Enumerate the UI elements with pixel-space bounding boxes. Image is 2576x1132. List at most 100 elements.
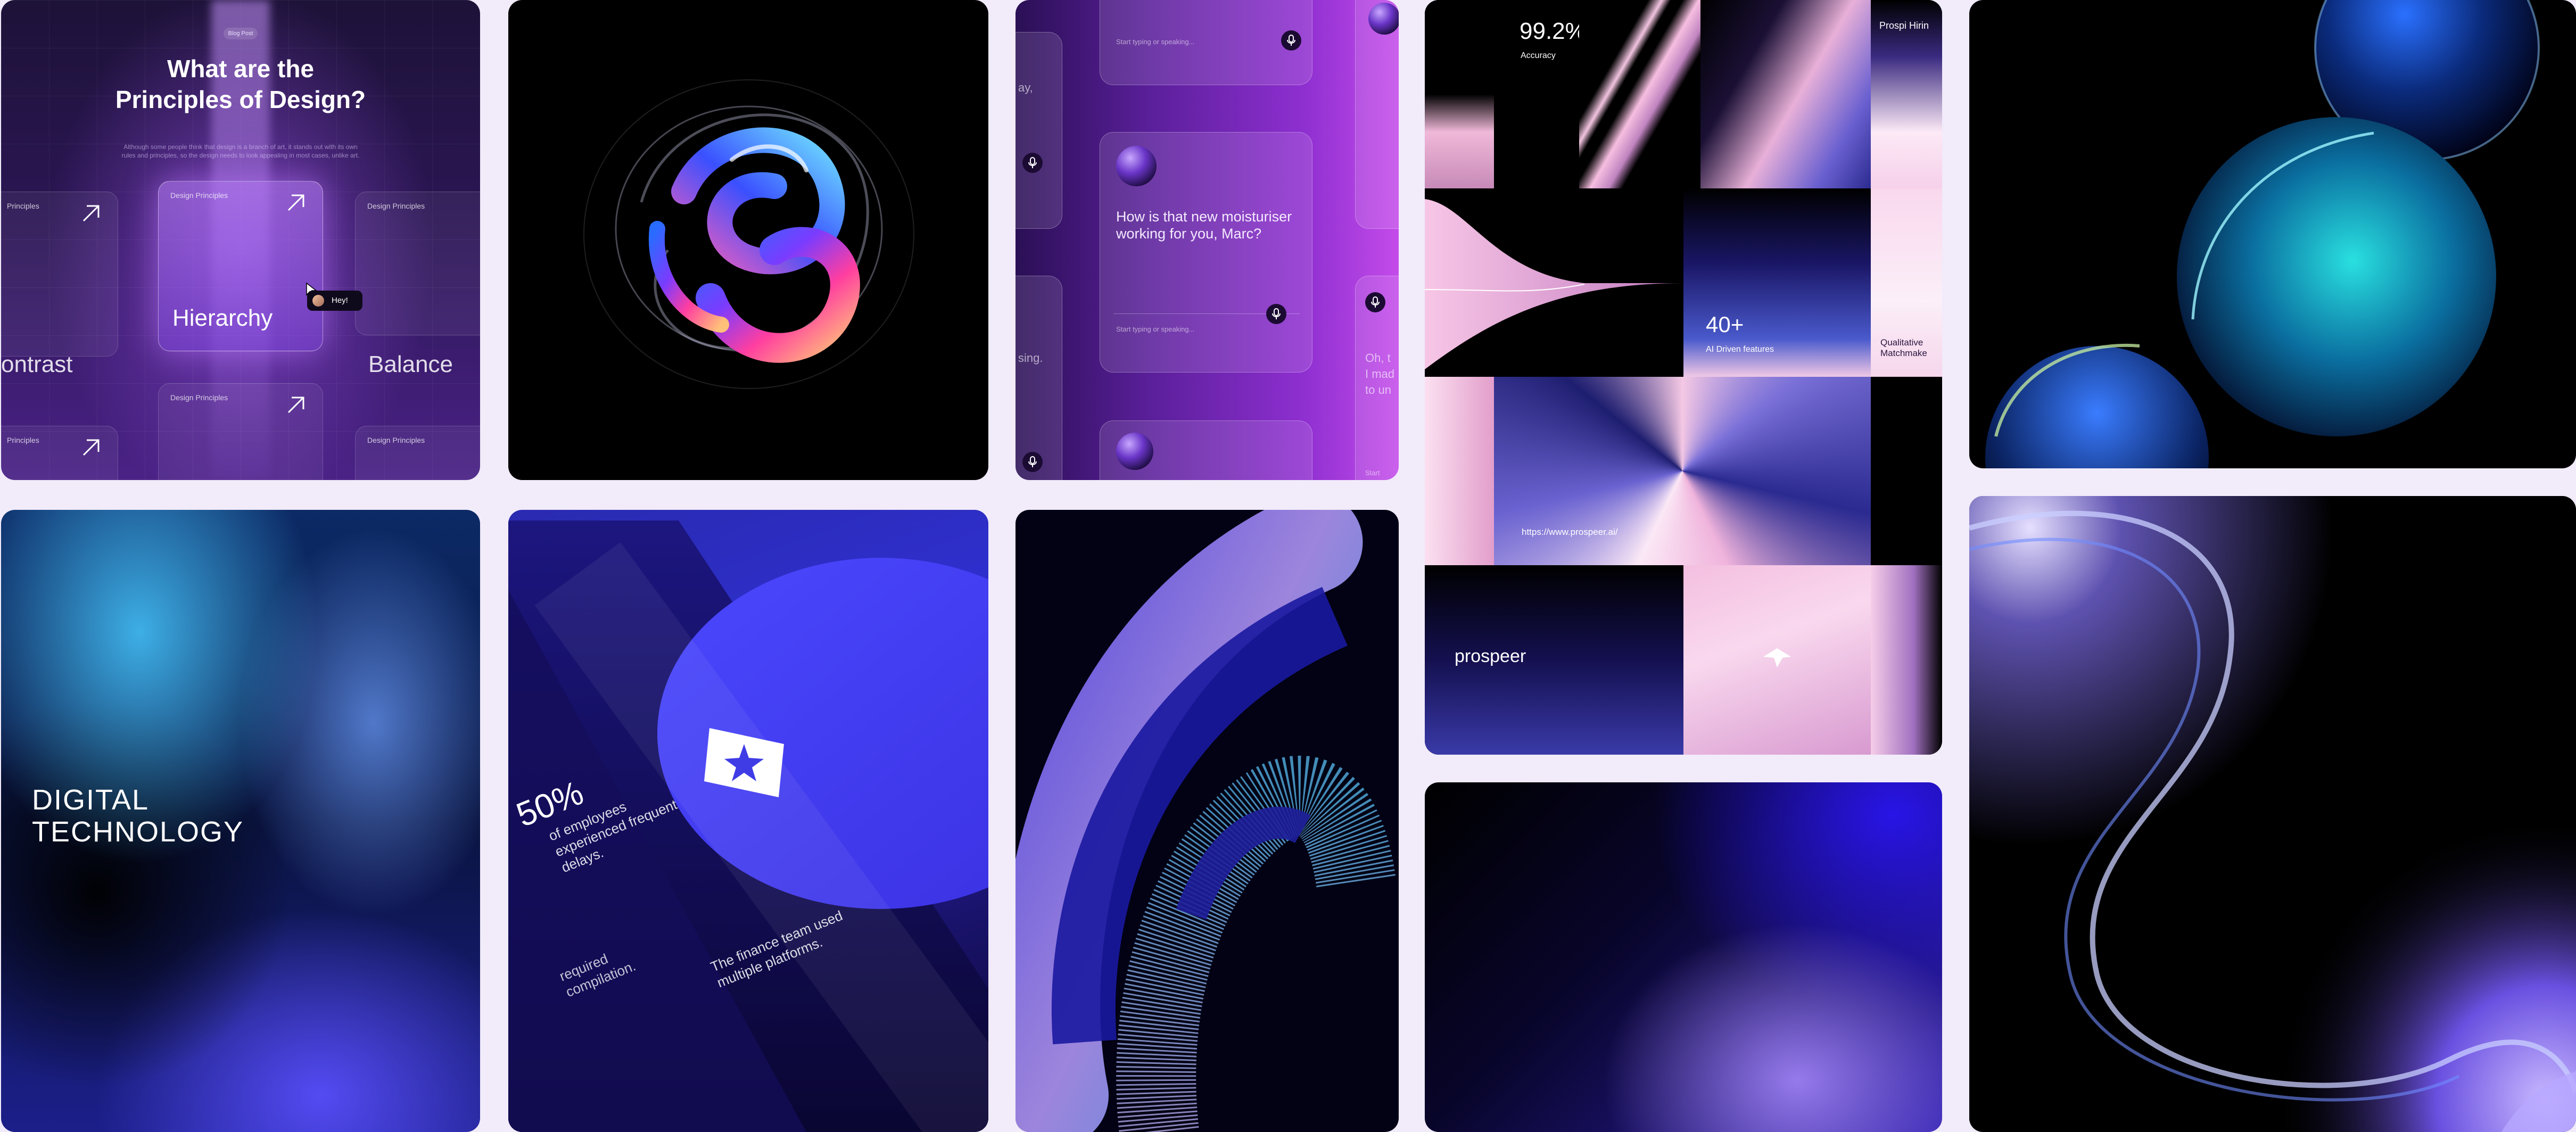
swirl-3d-tile[interactable] [508, 0, 988, 480]
chat-fragment-left-top: ay, [1018, 81, 1033, 94]
microphone-icon [1287, 35, 1295, 46]
principles-title-line2: Principles of Design? [115, 86, 366, 113]
prospeer-mosaic-tile[interactable]: 99.2% Accuracy Prospi Hirin 40+ AI Drive… [1425, 0, 1942, 755]
principle-card-label: Design Principles [367, 436, 425, 444]
chat-fragment-right-line1: Oh, t [1365, 351, 1391, 365]
curve-cell [1425, 188, 1683, 377]
chat-assistant-tile[interactable]: Start typing or speaking... How is that … [1015, 0, 1399, 480]
glass-spheres-tile[interactable] [1969, 0, 2576, 468]
accuracy-value: 99.2% [1520, 18, 1586, 44]
chat-fragment-right-line2: I mad [1365, 367, 1395, 381]
principle-card-label: Design Principles [367, 202, 425, 210]
mosaic-cell [1425, 0, 1494, 188]
chat-input-card-top[interactable]: Start typing or speaking... [1100, 0, 1312, 85]
chat-message-line2: working for you, Marc? [1116, 226, 1262, 242]
chat-card-right-bottom[interactable]: Oh, t I mad to un Start [1355, 276, 1399, 480]
title-line2: TECHNOLOGY [32, 816, 244, 848]
principle-card-bottom-left[interactable]: Principles [1, 426, 118, 480]
design-principles-tile[interactable]: Blog Post What are the Principles of Des… [1, 0, 480, 480]
purple-gradient-tile[interactable] [1425, 782, 1942, 1132]
chat-input-placeholder: Start typing or speaking... [1116, 325, 1195, 333]
balance-label: Balance [368, 351, 453, 377]
features-label: AI Driven features [1706, 345, 1774, 354]
title-line1: DIGITAL [32, 784, 150, 816]
assistant-orb [1116, 146, 1157, 186]
mic-button[interactable] [1365, 292, 1385, 312]
microphone-icon [1028, 456, 1037, 467]
principle-card-label: Design Principles [170, 393, 228, 402]
chat-fragment-right-line3: to un [1365, 383, 1391, 396]
chat-message-card[interactable]: How is that new moisturiser working for … [1100, 132, 1312, 373]
prospeer-brand: prospeer [1455, 646, 1526, 666]
hey-chip: Hey! [307, 291, 362, 311]
features-value: 40+ [1706, 312, 1744, 337]
principle-card-contrast[interactable]: Principles [1, 192, 118, 357]
mosaic-cell [1425, 377, 1494, 565]
logo-cell [1683, 565, 1871, 755]
avatar [312, 295, 324, 307]
arrow-up-right-icon [287, 194, 304, 211]
principle-card-label: Design Principles [170, 191, 228, 200]
glass-ribbon-tile[interactable] [1969, 496, 2576, 1132]
particle-swirl-illustration [1015, 510, 1396, 1132]
mic-button[interactable] [1266, 304, 1286, 324]
principle-card-bottom-right[interactable]: Design Principles [355, 426, 480, 480]
mic-button[interactable] [1022, 452, 1043, 472]
principle-card-label: Principles [7, 202, 39, 210]
chat-card-left-top[interactable]: ay, [1015, 32, 1062, 229]
digital-technology-title: DIGITAL TECHNOLOGY [32, 784, 244, 848]
hiring-cell: Prospi Hirin [1871, 0, 1942, 188]
qualitative-line1: Qualitative [1880, 337, 1923, 348]
microphone-icon [1371, 296, 1380, 308]
microphone-icon [1272, 308, 1281, 319]
chat-message-line1: How is that new moisturiser [1116, 209, 1292, 225]
mosaic-cell [1871, 565, 1942, 755]
qualitative-line2: Matchmake [1880, 348, 1927, 358]
principle-card-hierarchy[interactable]: Design Principles Hierarchy [158, 181, 323, 351]
microphone-icon [1028, 157, 1037, 168]
qualitative-cell: Qualitative Matchmake [1871, 188, 1942, 377]
platforms-note: The finance team used multiple platforms… [708, 907, 851, 991]
chat-card-bottom[interactable] [1100, 420, 1312, 480]
mosaic-cell [1579, 0, 1700, 188]
mic-button[interactable] [1022, 153, 1043, 173]
principle-card-balance[interactable]: Design Principles [355, 192, 480, 335]
principles-description: Although some people think that design i… [121, 143, 360, 159]
chat-input-placeholder: Start typing or speaking... [1116, 38, 1195, 46]
chat-card-left-bottom[interactable]: sing. [1015, 276, 1062, 480]
hiring-title: Prospi Hirin [1879, 20, 1929, 31]
blog-tag: Blog Post [224, 28, 258, 39]
url-cell: https://www.prospeer.ai/ [1494, 377, 1871, 565]
finance-stats-tile[interactable]: were 50% of employees experienced freque… [508, 510, 988, 1132]
arrow-up-right-icon [287, 396, 304, 414]
assistant-orb [1116, 433, 1153, 470]
glass-ribbon-illustration [1969, 496, 2576, 1132]
chat-fragment-left-mid: sing. [1018, 351, 1043, 365]
contrast-label: ontrast [1, 351, 73, 377]
prospeer-url: https://www.prospeer.ai/ [1522, 527, 1618, 537]
assistant-orb [1368, 3, 1399, 35]
digital-technology-tile[interactable]: DIGITAL TECHNOLOGY [1, 510, 480, 1132]
principle-card-bottom-center[interactable]: Design Principles [158, 383, 323, 480]
brand-cell: prospeer [1425, 565, 1683, 755]
principles-title-line1: What are the [167, 55, 315, 82]
particle-swirl-tile[interactable] [1015, 510, 1399, 1132]
inspiration-board: Blog Post What are the Principles of Des… [0, 0, 2576, 1132]
curve-shape [1425, 199, 1683, 369]
prospeer-logo-icon [1763, 648, 1791, 667]
fragment-required: required compilation. [557, 941, 638, 1001]
hey-text: Hey! [332, 296, 348, 305]
chat-fragment-right-bottom: Start [1365, 469, 1380, 477]
swirl-3d-illustration [583, 79, 914, 389]
principle-card-label: Principles [7, 436, 39, 444]
arrow-up-right-icon [82, 205, 100, 222]
mosaic-cell [1871, 377, 1942, 565]
accuracy-label: Accuracy [1521, 51, 1556, 60]
hierarchy-label: Hierarchy [172, 305, 273, 331]
arrow-up-right-icon [82, 439, 100, 456]
mic-button[interactable] [1281, 30, 1301, 51]
chat-card-right-top[interactable] [1355, 0, 1399, 229]
mosaic-cell [1700, 0, 1871, 188]
features-cell: 40+ AI Driven features [1683, 188, 1871, 377]
glass-spheres-illustration [1985, 0, 2540, 468]
